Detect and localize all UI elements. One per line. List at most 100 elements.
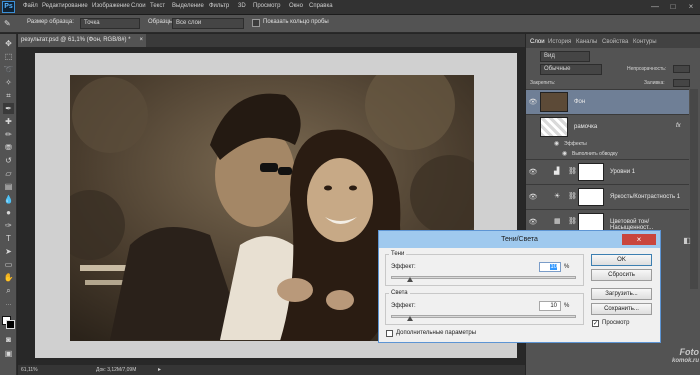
eyedropper-icon[interactable]: ✎ <box>4 18 17 29</box>
highlights-unit: % <box>564 303 570 309</box>
opacity-field[interactable] <box>673 65 690 73</box>
screen-mode-icon[interactable]: ▣ <box>3 348 14 359</box>
effect-visibility-icon[interactable]: ◉ <box>562 150 567 157</box>
status-arrow-icon[interactable]: ▸ <box>158 366 161 373</box>
tab-layers[interactable]: Слои <box>530 39 545 45</box>
minimize-button[interactable]: — <box>646 0 664 14</box>
samples-select[interactable]: Все слои <box>172 18 244 29</box>
menu-window[interactable]: Окно <box>289 3 303 9</box>
shadows-amount-input[interactable]: 10 <box>539 262 561 272</box>
document-size: Док: 3,12М/7,09М <box>96 367 137 373</box>
layer-thumbnail <box>540 117 568 137</box>
highlights-amount-input[interactable]: 10 <box>539 301 561 311</box>
dodge-tool-icon[interactable]: ● <box>3 207 14 218</box>
panel-collapse-icon[interactable]: ◧ <box>680 236 694 250</box>
marquee-tool-icon[interactable]: ⬚ <box>3 51 14 62</box>
brush-tool-icon[interactable]: ✏ <box>3 129 14 140</box>
close-button[interactable]: × <box>682 0 700 14</box>
clone-stamp-icon[interactable]: ⛃ <box>3 142 14 153</box>
menu-help[interactable]: Справка <box>309 3 333 9</box>
layer-fx-badge[interactable]: fx <box>676 123 681 129</box>
zoom-tool-icon[interactable]: ⌕ <box>3 285 14 296</box>
menu-filter[interactable]: Фильтр <box>209 3 229 9</box>
document-tab[interactable]: результат.psd @ 61,1% (Фон, RGB/8#) * × <box>18 34 146 47</box>
layers-scrollbar[interactable] <box>690 89 698 289</box>
menu-image[interactable]: Изображение <box>92 3 130 9</box>
dialog-close-button[interactable]: × <box>622 234 656 245</box>
pen-tool-icon[interactable]: ✑ <box>3 220 14 231</box>
menu-layers[interactable]: Слои <box>131 3 146 9</box>
visibility-eye-icon[interactable]: 👁 <box>528 168 538 176</box>
reset-button[interactable]: Сбросить <box>591 269 652 281</box>
tab-properties[interactable]: Свойства <box>602 39 628 45</box>
show-ring-checkbox[interactable] <box>252 19 260 27</box>
healing-brush-icon[interactable]: ✚ <box>3 116 14 127</box>
layer-mask-thumbnail[interactable] <box>578 188 604 206</box>
visibility-eye-icon[interactable]: 👁 <box>528 193 538 201</box>
shadows-amount-value: 10 <box>550 264 557 270</box>
visibility-eye-icon[interactable]: 👁 <box>528 98 538 106</box>
levels-adjustment-icon: ▟ <box>554 168 560 175</box>
brightness-adjustment-icon: ☀ <box>554 193 561 200</box>
close-tab-icon[interactable]: × <box>139 34 143 47</box>
type-tool-icon[interactable]: T <box>3 233 14 244</box>
layer-row-levels[interactable]: 👁 ▟ ⛓ Уровни 1 <box>526 159 689 184</box>
more-options-checkbox[interactable] <box>386 330 393 337</box>
shadows-effect-label: Эффект: <box>391 264 416 270</box>
shape-tool-icon[interactable]: ▭ <box>3 259 14 270</box>
path-select-icon[interactable]: ➤ <box>3 246 14 257</box>
watermark: Foto komok.ru <box>655 347 699 375</box>
quick-mask-icon[interactable]: ◙ <box>3 334 14 345</box>
layer-effects-row[interactable]: ◉ Эффекты <box>526 139 689 149</box>
ok-button[interactable]: OK <box>591 254 652 266</box>
tab-channels[interactable]: Каналы <box>576 39 597 45</box>
lasso-tool-icon[interactable]: ➰ <box>3 64 14 75</box>
more-tools-icon[interactable]: ··· <box>3 300 14 311</box>
stroke-effect-row[interactable]: ◉ Выполнить обводку <box>526 149 689 159</box>
load-button[interactable]: Загрузить... <box>591 288 652 300</box>
menu-file[interactable]: Файл <box>23 3 38 9</box>
shadows-slider-track[interactable] <box>391 276 576 279</box>
eraser-tool-icon[interactable]: ▱ <box>3 168 14 179</box>
gradient-tool-icon[interactable]: ▤ <box>3 181 14 192</box>
show-ring-label: Показать кольцо пробы <box>263 19 329 25</box>
stroke-effect-label: Выполнить обводку <box>572 151 618 157</box>
zoom-level[interactable]: 61,11% <box>21 367 38 373</box>
layer-mask-thumbnail[interactable] <box>578 213 604 231</box>
layer-row-frame[interactable]: рамочка fx <box>526 114 689 139</box>
menu-type[interactable]: Текст <box>150 3 165 9</box>
blend-mode-select[interactable]: Обычные <box>540 64 602 75</box>
highlights-slider-thumb[interactable] <box>406 316 413 321</box>
layer-row-background[interactable]: 👁 Фон <box>526 89 689 114</box>
save-button[interactable]: Сохранить... <box>591 303 652 315</box>
history-brush-icon[interactable]: ↺ <box>3 155 14 166</box>
highlights-slider-track[interactable] <box>391 315 576 318</box>
status-bar: 61,11% Док: 3,12М/7,09М ▸ <box>18 365 525 375</box>
layer-kind-label: Вид <box>544 53 555 59</box>
eyedropper-tool-icon[interactable]: ✒ <box>3 103 14 114</box>
shadows-group-label: Тени <box>389 251 407 257</box>
sample-size-select[interactable]: Точка <box>80 18 140 29</box>
fill-field[interactable] <box>673 79 690 87</box>
layer-kind-filter[interactable]: Вид <box>540 51 590 62</box>
shadows-slider-thumb[interactable] <box>406 277 413 282</box>
menu-view[interactable]: Просмотр <box>253 3 280 9</box>
preview-checkbox[interactable]: ✓ <box>592 320 599 327</box>
menu-select[interactable]: Выделение <box>172 3 204 9</box>
crop-tool-icon[interactable]: ⌗ <box>3 90 14 101</box>
layer-name: Яркость/Контрастность 1 <box>610 194 681 200</box>
layer-mask-thumbnail[interactable] <box>578 163 604 181</box>
background-color-swatch[interactable] <box>6 320 15 329</box>
menu-edit[interactable]: Редактирование <box>42 3 88 9</box>
visibility-eye-icon[interactable]: 👁 <box>528 218 538 226</box>
effects-icon: ◉ <box>554 141 560 147</box>
tab-history[interactable]: История <box>548 39 571 45</box>
menu-3d[interactable]: 3D <box>238 3 246 9</box>
quick-select-tool-icon[interactable]: ✧ <box>3 77 14 88</box>
hand-tool-icon[interactable]: ✋ <box>3 272 14 283</box>
tab-paths[interactable]: Контуры <box>633 39 657 45</box>
move-tool-icon[interactable]: ✥ <box>3 38 14 49</box>
restore-button[interactable]: □ <box>664 0 682 14</box>
blur-tool-icon[interactable]: 💧 <box>3 194 14 205</box>
layer-row-brightness-contrast[interactable]: 👁 ☀ ⛓ Яркость/Контрастность 1 <box>526 184 689 209</box>
